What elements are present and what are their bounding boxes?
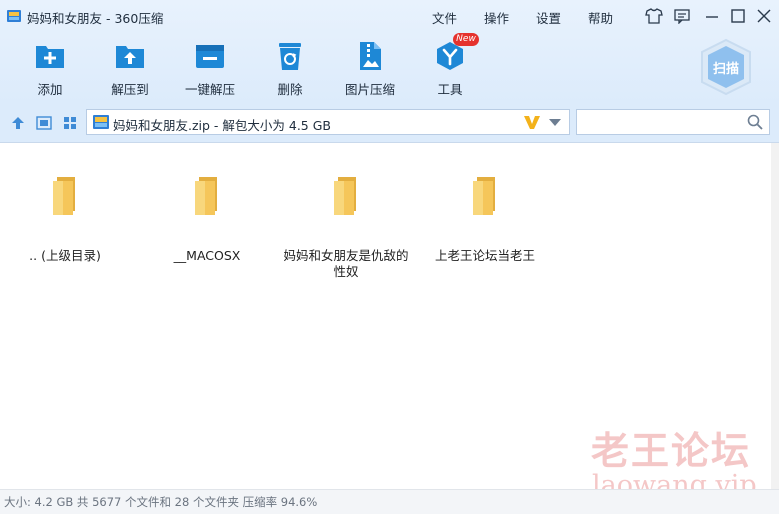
add-button[interactable]: 添加 bbox=[10, 40, 90, 100]
list-item-folder-4[interactable]: 上老王论坛当老王 bbox=[415, 173, 555, 283]
watermark-title: 老王论坛 bbox=[591, 428, 752, 473]
list-item-parent-dir[interactable]: .. (上级目录) bbox=[0, 173, 135, 283]
tools-label: 工具 bbox=[437, 82, 463, 97]
zip-file-icon bbox=[93, 115, 109, 129]
add-label: 添加 bbox=[37, 82, 63, 97]
address-bar[interactable]: 妈妈和女朋友.zip - 解包大小为 4.5 GB bbox=[86, 109, 570, 135]
search-input[interactable] bbox=[581, 113, 745, 133]
skin-shirt-icon[interactable] bbox=[645, 8, 663, 24]
chevron-down-icon[interactable] bbox=[549, 119, 561, 127]
menu-file[interactable]: 文件 bbox=[432, 8, 457, 27]
one-click-extract-button[interactable]: 一键解压 bbox=[170, 40, 250, 100]
scrollbar[interactable] bbox=[771, 143, 779, 489]
recycle-bin-icon bbox=[279, 43, 301, 70]
file-name: .. (上级目录) bbox=[29, 248, 101, 263]
detail-view-icon[interactable] bbox=[36, 115, 52, 131]
one-click-extract-icon bbox=[196, 45, 224, 68]
archive-path: 妈妈和女朋友.zip - 解包大小为 4.5 GB bbox=[113, 118, 331, 133]
extract-to-button[interactable]: 解压到 bbox=[90, 40, 170, 100]
folder-icon bbox=[334, 177, 356, 215]
thumbnail-view-icon[interactable] bbox=[62, 115, 78, 131]
extract-to-label: 解压到 bbox=[111, 82, 149, 97]
folder-icon bbox=[53, 177, 75, 215]
minimize-icon[interactable] bbox=[703, 8, 721, 24]
new-badge: New bbox=[453, 33, 479, 46]
search-box[interactable] bbox=[576, 109, 770, 135]
window-title: 妈妈和女朋友 - 360压缩 bbox=[27, 11, 164, 26]
feedback-icon[interactable] bbox=[673, 8, 691, 24]
maximize-icon[interactable] bbox=[729, 8, 747, 24]
title-bar: 妈妈和女朋友 - 360压缩 文件 操作 设置 帮助 bbox=[0, 0, 779, 32]
up-level-icon[interactable] bbox=[10, 115, 26, 131]
menu-help[interactable]: 帮助 bbox=[588, 8, 613, 27]
status-bar: 大小: 4.2 GB 共 5677 个文件和 28 个文件夹 压缩率 94.6% bbox=[0, 489, 779, 514]
app-logo-icon bbox=[7, 10, 21, 22]
top-area: 妈妈和女朋友 - 360压缩 文件 操作 设置 帮助 添加 解压到 一键解压 删… bbox=[0, 0, 779, 104]
tools-button[interactable]: 工具 bbox=[410, 40, 490, 100]
one-click-extract-label: 一键解压 bbox=[184, 82, 235, 97]
image-compress-label: 图片压缩 bbox=[344, 82, 395, 97]
status-text: 大小: 4.2 GB 共 5677 个文件和 28 个文件夹 压缩率 94.6% bbox=[4, 495, 318, 509]
folder-icon bbox=[473, 177, 495, 215]
close-icon[interactable] bbox=[755, 8, 773, 24]
file-name: 妈妈和女朋友是仇敌的性奴 bbox=[283, 248, 409, 279]
menu-operate[interactable]: 操作 bbox=[484, 8, 509, 27]
delete-button[interactable]: 删除 bbox=[250, 40, 330, 100]
list-item-folder-3[interactable]: 妈妈和女朋友是仇敌的性奴 bbox=[276, 173, 416, 283]
image-compress-button[interactable]: 图片压缩 bbox=[330, 40, 410, 100]
list-item-macosx[interactable]: __MACOSX bbox=[137, 173, 277, 283]
image-compress-icon bbox=[360, 42, 381, 70]
file-name: __MACOSX bbox=[173, 248, 241, 263]
search-icon[interactable] bbox=[747, 114, 763, 130]
menu-settings[interactable]: 设置 bbox=[536, 8, 561, 27]
add-icon bbox=[36, 46, 64, 68]
extract-to-icon bbox=[116, 46, 144, 68]
file-name: 上老王论坛当老王 bbox=[434, 248, 535, 263]
scan-label: 扫描 bbox=[712, 62, 739, 77]
verified-v-icon[interactable] bbox=[523, 114, 541, 130]
folder-icon bbox=[195, 177, 217, 215]
delete-label: 删除 bbox=[277, 82, 303, 97]
